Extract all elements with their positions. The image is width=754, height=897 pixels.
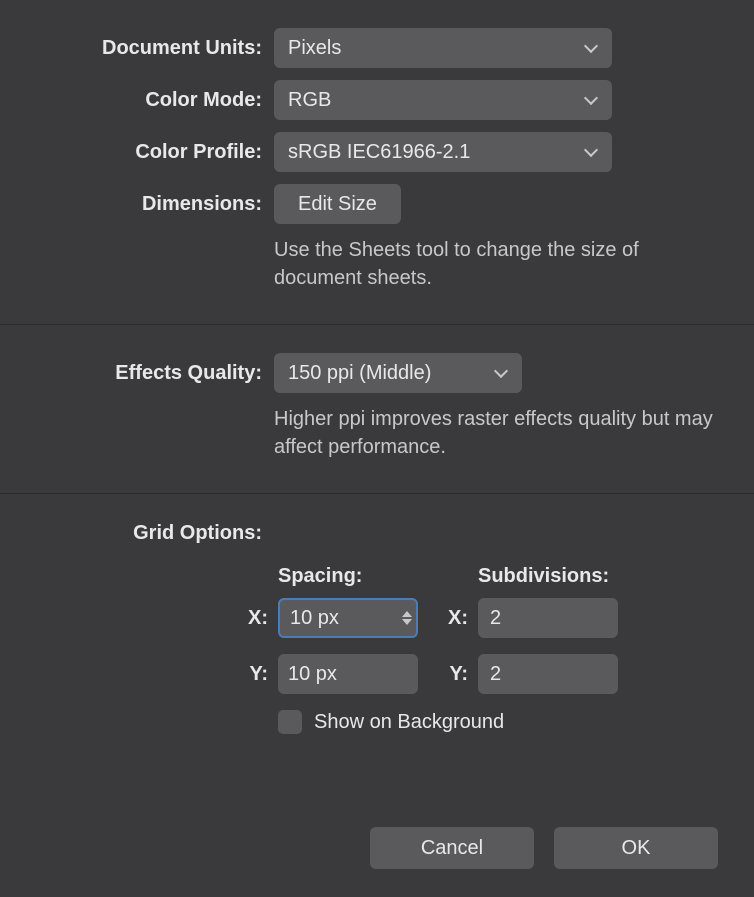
- chevron-down-icon: [584, 41, 598, 55]
- grid-options-label: Grid Options:: [36, 522, 274, 545]
- document-units-value: Pixels: [288, 37, 341, 60]
- spacing-y-input[interactable]: 10 px: [278, 654, 418, 694]
- edit-size-button[interactable]: Edit Size: [274, 184, 401, 224]
- grid-options-row: Grid Options:: [36, 522, 718, 545]
- chevron-down-icon: [584, 145, 598, 159]
- effects-quality-helper-text: Higher ppi improves raster effects quali…: [274, 405, 718, 461]
- color-profile-value: sRGB IEC61966-2.1: [288, 141, 470, 164]
- effects-quality-dropdown[interactable]: 150 ppi (Middle): [274, 353, 522, 393]
- x-label-sub: X:: [436, 607, 478, 630]
- x-label: X:: [236, 607, 278, 630]
- grid-x-row: X: 10 px X: 2: [236, 598, 718, 638]
- subdivisions-x-input[interactable]: 2: [478, 598, 618, 638]
- grid-options-table: Spacing: Subdivisions: X: 10 px X: 2 Y: …: [236, 565, 718, 694]
- show-on-background-checkbox[interactable]: [278, 710, 302, 734]
- color-mode-value: RGB: [288, 89, 331, 112]
- chevron-down-icon: [584, 93, 598, 107]
- color-profile-label: Color Profile:: [36, 141, 274, 164]
- dimensions-helper-text: Use the Sheets tool to change the size o…: [274, 236, 718, 292]
- color-profile-row: Color Profile: sRGB IEC61966-2.1: [36, 132, 718, 172]
- document-units-row: Document Units: Pixels: [36, 28, 718, 68]
- stepper-arrows-icon[interactable]: [402, 611, 412, 625]
- dimensions-label: Dimensions:: [36, 193, 274, 216]
- spacing-x-input[interactable]: 10 px: [278, 598, 418, 638]
- document-units-label: Document Units:: [36, 37, 274, 60]
- effects-quality-value: 150 ppi (Middle): [288, 362, 431, 385]
- dialog-buttons: Cancel OK: [370, 827, 718, 869]
- color-profile-dropdown[interactable]: sRGB IEC61966-2.1: [274, 132, 612, 172]
- color-mode-label: Color Mode:: [36, 89, 274, 112]
- grid-y-row: Y: 10 px Y: 2: [236, 654, 718, 694]
- subdivisions-header: Subdivisions:: [478, 565, 658, 588]
- section-divider: [0, 493, 754, 494]
- dimensions-row: Dimensions: Edit Size: [36, 184, 718, 224]
- cancel-button[interactable]: Cancel: [370, 827, 534, 869]
- chevron-down-icon: [494, 366, 508, 380]
- stepper-up-icon[interactable]: [402, 611, 412, 617]
- show-on-background-label: Show on Background: [314, 711, 504, 734]
- document-units-dropdown[interactable]: Pixels: [274, 28, 612, 68]
- effects-quality-row: Effects Quality: 150 ppi (Middle): [36, 353, 718, 393]
- effects-quality-label: Effects Quality:: [36, 362, 274, 385]
- y-label-sub: Y:: [436, 663, 478, 686]
- color-mode-dropdown[interactable]: RGB: [274, 80, 612, 120]
- subdivisions-y-input[interactable]: 2: [478, 654, 618, 694]
- spacing-header: Spacing:: [278, 565, 478, 588]
- show-on-background-row: Show on Background: [278, 710, 718, 734]
- color-mode-row: Color Mode: RGB: [36, 80, 718, 120]
- y-label: Y:: [236, 663, 278, 686]
- ok-button[interactable]: OK: [554, 827, 718, 869]
- section-divider: [0, 324, 754, 325]
- stepper-down-icon[interactable]: [402, 619, 412, 625]
